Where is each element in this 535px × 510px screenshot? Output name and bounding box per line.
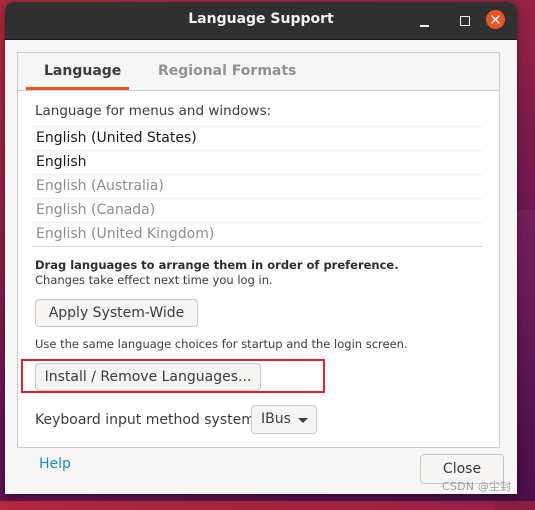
keyboard-input-method-select[interactable]: IBus — [251, 405, 317, 434]
titlebar[interactable]: Language Support — [5, 2, 517, 40]
watermark: CSDN @尘封 — [442, 480, 512, 493]
tab-bar: Language Regional Formats — [18, 53, 499, 91]
maximize-button[interactable] — [454, 11, 476, 33]
list-item[interactable]: English — [32, 150, 482, 174]
install-remove-languages-button[interactable]: Install / Remove Languages... — [35, 363, 261, 391]
list-item[interactable]: English (Canada) — [32, 198, 482, 222]
active-tab-indicator — [26, 87, 129, 90]
keyboard-input-value: IBus — [261, 411, 291, 427]
tab-language[interactable]: Language — [44, 63, 121, 79]
apply-hint: Use the same language choices for startu… — [35, 337, 408, 351]
tab-notebook: Language Regional Formats Language for m… — [17, 52, 500, 448]
minimize-button[interactable] — [414, 11, 436, 33]
close-icon — [491, 15, 500, 24]
dropdown-arrow-icon — [298, 418, 308, 423]
language-list-label: Language for menus and windows: — [35, 103, 272, 119]
language-list[interactable]: English (United States) English English … — [32, 126, 482, 247]
list-item[interactable]: English (Australia) — [32, 174, 482, 198]
close-window-button[interactable] — [486, 10, 505, 29]
language-support-window: Language Support Language Regional Forma… — [5, 2, 517, 494]
tab-regional-formats[interactable]: Regional Formats — [158, 63, 296, 79]
keyboard-input-label: Keyboard input method system: — [35, 412, 260, 428]
list-item[interactable]: English (United Kingdom) — [32, 222, 482, 246]
apply-system-wide-button[interactable]: Apply System-Wide — [35, 299, 198, 327]
list-item[interactable]: English (United States) — [32, 126, 482, 150]
changes-hint: Changes take effect next time you log in… — [35, 273, 273, 287]
window-title: Language Support — [188, 11, 334, 27]
help-link[interactable]: Help — [39, 456, 71, 472]
drag-hint: Drag languages to arrange them in order … — [35, 258, 399, 272]
list-divider — [32, 246, 482, 247]
